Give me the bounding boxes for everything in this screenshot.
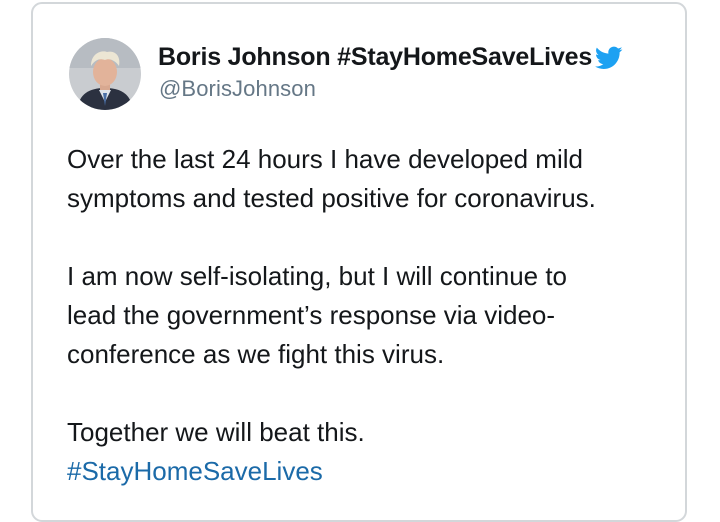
hashtag-link[interactable]: #StayHomeSaveLives xyxy=(67,452,687,491)
tweet-line: symptoms and tested positive for coronav… xyxy=(67,183,596,213)
author-display-name[interactable]: Boris Johnson #StayHomeSaveLives xyxy=(158,43,592,72)
author-handle[interactable]: @BorisJohnson xyxy=(159,76,316,102)
tweet-card: Boris Johnson #StayHomeSaveLives @BorisJ… xyxy=(31,2,687,522)
tweet-paragraph: Together we will beat this. #StayHomeSav… xyxy=(67,413,687,491)
twitter-bird-icon xyxy=(595,46,623,69)
tweet-paragraph: Over the last 24 hours I have developed … xyxy=(67,140,687,218)
profile-photo xyxy=(69,38,141,110)
tweet-line: lead the government’s response via video… xyxy=(67,300,556,330)
tweet-line: I am now self-isolating, but I will cont… xyxy=(67,261,568,291)
avatar[interactable] xyxy=(69,38,141,110)
tweet-line: Together we will beat this. xyxy=(67,417,365,447)
author-name-row: Boris Johnson #StayHomeSaveLives xyxy=(158,42,625,72)
tweet-paragraph: I am now self-isolating, but I will cont… xyxy=(67,257,687,374)
tweet-line: conference as we fight this virus. xyxy=(67,339,445,369)
tweet-text: Over the last 24 hours I have developed … xyxy=(67,140,687,491)
tweet-line: Over the last 24 hours I have developed … xyxy=(67,144,583,174)
